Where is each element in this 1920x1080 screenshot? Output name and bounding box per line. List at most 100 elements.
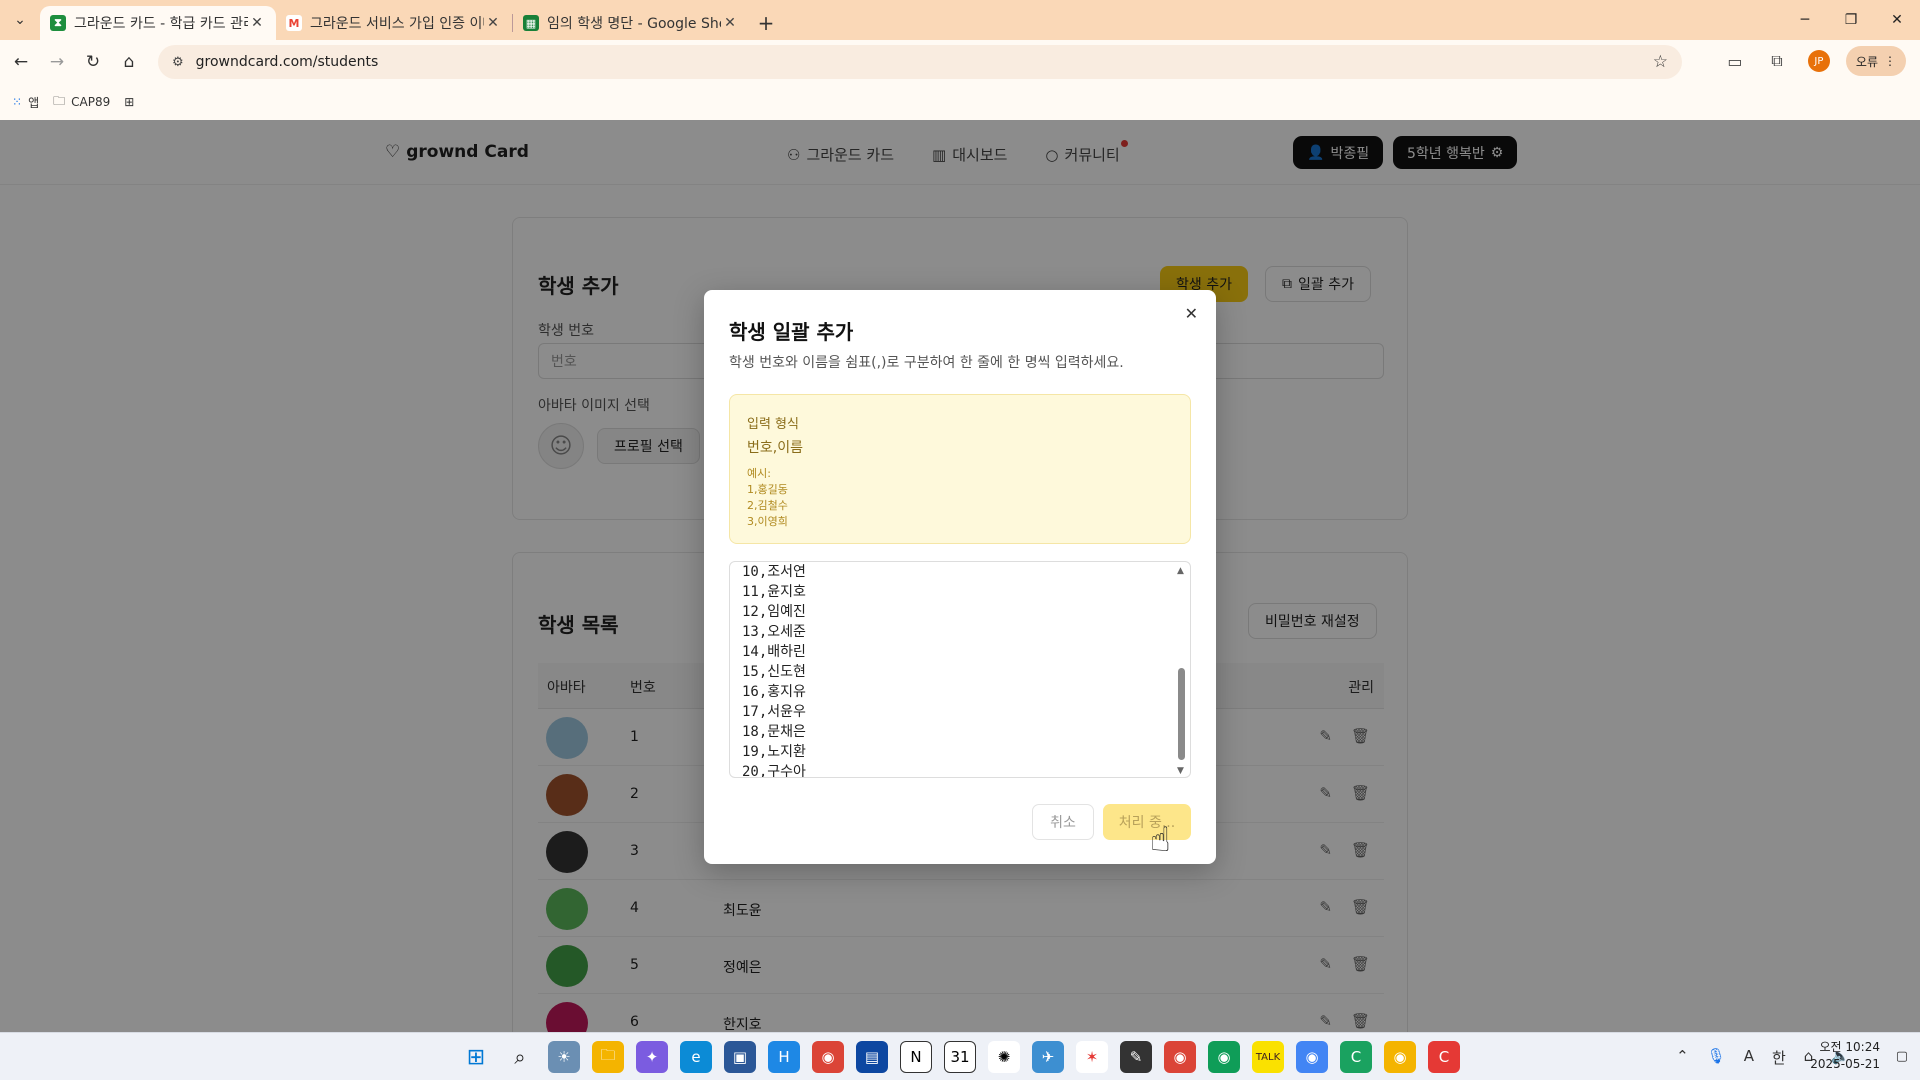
notification-icon[interactable]: ▢: [1896, 1049, 1908, 1064]
scroll-up-arrow-icon[interactable]: ▲: [1177, 566, 1184, 576]
extensions-puzzle-icon[interactable]: ⧉: [1762, 46, 1792, 76]
copilot-icon[interactable]: ✦: [636, 1041, 668, 1073]
red-app-icon[interactable]: C: [1428, 1041, 1460, 1073]
chrome-active-icon[interactable]: ◉: [1384, 1041, 1416, 1073]
windows-start-icon[interactable]: ⊞: [460, 1041, 492, 1073]
notion-icon[interactable]: N: [900, 1041, 932, 1073]
bookmarks-bar: ⁙ 앱 🗀 CAP89 ⊞: [0, 84, 1920, 120]
scrollbar-thumb[interactable]: [1178, 668, 1185, 760]
close-icon[interactable]: ✕: [1185, 304, 1198, 323]
taskbar-apps: ⊞ ⌕ ☀ 🗀 ✦ e ▣ H ◉ ▤ N 31 ✺ ✈ ✶ ✎ ◉ ◉ TAL…: [460, 1041, 1460, 1073]
chrome-profile-icon[interactable]: ◉: [1208, 1041, 1240, 1073]
tab-title: 임의 학생 명단 - Google Sheets: [547, 16, 721, 32]
tab-title: 그라운드 카드 - 학급 카드 관리: [74, 16, 248, 32]
textarea-line: 11,윤지호: [742, 584, 806, 600]
folder-icon: 🗀: [53, 93, 66, 108]
tab-close-icon[interactable]: ✕: [721, 15, 739, 31]
tray-chevron-up-icon[interactable]: ⌃: [1676, 1047, 1689, 1068]
textarea-scrollbar[interactable]: ▲ ▼: [1177, 566, 1186, 776]
bulk-student-textarea[interactable]: 10,조서연 11,윤지호 12,임예진 13,오세준 14,배하린 15,신도…: [729, 561, 1191, 778]
app-icon[interactable]: ▤: [856, 1041, 888, 1073]
bookmark-star-icon[interactable]: ☆: [1653, 52, 1668, 72]
textarea-line: 10,조서연: [742, 564, 806, 580]
site-settings-icon[interactable]: ⚙: [172, 55, 184, 70]
toolbar-right: ▭ ⧉ JP 오류 ⋮: [1720, 46, 1906, 76]
window-controls: ─ ❐ ✕: [1782, 0, 1920, 40]
address-bar[interactable]: ⚙ growndcard.com/students ☆: [158, 45, 1682, 79]
chrome-icon[interactable]: ◉: [812, 1041, 844, 1073]
store-icon[interactable]: ▣: [724, 1041, 756, 1073]
forward-arrow-icon[interactable]: →: [42, 47, 72, 77]
chrome-profile-icon[interactable]: ◉: [1164, 1041, 1196, 1073]
home-icon[interactable]: ⌂: [114, 47, 144, 77]
more-vert-icon: ⋮: [1884, 54, 1896, 68]
chatgpt-icon[interactable]: ✺: [988, 1041, 1020, 1073]
cancel-button[interactable]: 취소: [1032, 804, 1094, 840]
page-content: ♡ grownd Card ⚇ 그라운드 카드 ▥ 대시보드 ○ 커뮤니티 👤 박종필…: [0, 120, 1920, 1032]
bookmark-grid[interactable]: ⊞: [124, 95, 134, 109]
textarea-line: 18,문채은: [742, 724, 806, 740]
bookmark-label: 앱: [28, 95, 40, 110]
sheets-favicon-icon: ▦: [523, 15, 539, 31]
textarea-line: 19,노지환: [742, 744, 806, 760]
reload-icon[interactable]: ↻: [78, 47, 108, 77]
browser-tab-bar: ⌄ ⧗ 그라운드 카드 - 학급 카드 관리 ✕ M 그라운드 서비스 가입 인…: [0, 0, 1920, 40]
ime-a[interactable]: A: [1744, 1047, 1754, 1068]
tab-sheets[interactable]: ▦ 임의 학생 명단 - Google Sheets ✕: [513, 6, 749, 40]
hancom-icon[interactable]: H: [768, 1041, 800, 1073]
textarea-line: 14,배하린: [742, 644, 806, 660]
example-label: 예시:: [747, 467, 771, 480]
tab-search-chevron-icon[interactable]: ⌄: [0, 0, 40, 40]
example-line: 2,김철수: [747, 499, 788, 512]
bookmark-label: CAP89: [71, 95, 111, 109]
tab-grownd-card[interactable]: ⧗ 그라운드 카드 - 학급 카드 관리 ✕: [40, 6, 276, 40]
browser-toolbar: ← → ↻ ⌂ ⚙ growndcard.com/students ☆ ▭ ⧉ …: [0, 40, 1920, 84]
tab-close-icon[interactable]: ✕: [248, 15, 266, 31]
textarea-line: 17,서윤우: [742, 704, 806, 720]
restore-icon[interactable]: ❐: [1828, 0, 1874, 40]
processing-button[interactable]: 처리 중...: [1103, 804, 1191, 840]
grownd-favicon-icon: ⧗: [50, 15, 66, 31]
close-window-icon[interactable]: ✕: [1874, 0, 1920, 40]
calendar-icon[interactable]: 31: [944, 1041, 976, 1073]
textarea-line: 13,오세준: [742, 624, 806, 640]
file-explorer-icon[interactable]: 🗀: [592, 1041, 624, 1073]
star-app-icon[interactable]: ✶: [1076, 1041, 1108, 1073]
ime-han[interactable]: 한: [1772, 1047, 1786, 1068]
tab-close-icon[interactable]: ✕: [484, 15, 502, 31]
textarea-line: 15,신도현: [742, 664, 806, 680]
pen-app-icon[interactable]: ✎: [1120, 1041, 1152, 1073]
profile-button[interactable]: JP: [1804, 46, 1834, 76]
widgets-icon[interactable]: ☀: [548, 1041, 580, 1073]
edge-icon[interactable]: e: [680, 1041, 712, 1073]
textarea-line: 16,홍지유: [742, 684, 806, 700]
new-tab-plus-icon[interactable]: +: [749, 6, 783, 40]
bookmark-apps[interactable]: ⁙ 앱: [12, 94, 39, 111]
textarea-line: 12,임예진: [742, 604, 806, 620]
error-button[interactable]: 오류 ⋮: [1845, 46, 1906, 76]
textarea-line: 20,구수아: [742, 764, 806, 778]
clock-date: 2025-05-21: [1810, 1057, 1880, 1071]
bird-app-icon[interactable]: ✈: [1032, 1041, 1064, 1073]
scroll-down-arrow-icon[interactable]: ▼: [1177, 766, 1184, 776]
apps-icon: ⁙: [12, 95, 23, 109]
example-line: 3,이영희: [747, 515, 788, 528]
windows-taskbar: ⊞ ⌕ ☀ 🗀 ✦ e ▣ H ◉ ▤ N 31 ✺ ✈ ✶ ✎ ◉ ◉ TAL…: [0, 1032, 1920, 1080]
tab-email[interactable]: M 그라운드 서비스 가입 인증 이메일 ✕: [276, 6, 512, 40]
chrome-profile-icon[interactable]: ◉: [1296, 1041, 1328, 1073]
search-icon[interactable]: ⌕: [504, 1041, 536, 1073]
green-app-icon[interactable]: C: [1340, 1041, 1372, 1073]
gmail-favicon-icon: M: [286, 15, 302, 31]
kakaotalk-icon[interactable]: TALK: [1252, 1041, 1284, 1073]
profile-avatar: JP: [1807, 50, 1830, 72]
cast-icon[interactable]: ▭: [1720, 46, 1750, 76]
back-arrow-icon[interactable]: ←: [6, 47, 36, 77]
clock[interactable]: 오전 10:24 2025-05-21: [1810, 1039, 1880, 1073]
microphone-icon[interactable]: 🎙: [1707, 1047, 1726, 1068]
format-value: 번호,이름: [747, 440, 803, 456]
modal-title: 학생 일괄 추가: [729, 320, 854, 344]
bookmark-cap89[interactable]: 🗀 CAP89: [53, 92, 110, 113]
clock-time: 오전 10:24: [1819, 1040, 1880, 1054]
minimize-icon[interactable]: ─: [1782, 0, 1828, 40]
bulk-add-modal: 학생 일괄 추가 ✕ 학생 번호와 이름을 쉼표(,)로 구분하여 한 줄에 한…: [704, 290, 1216, 864]
